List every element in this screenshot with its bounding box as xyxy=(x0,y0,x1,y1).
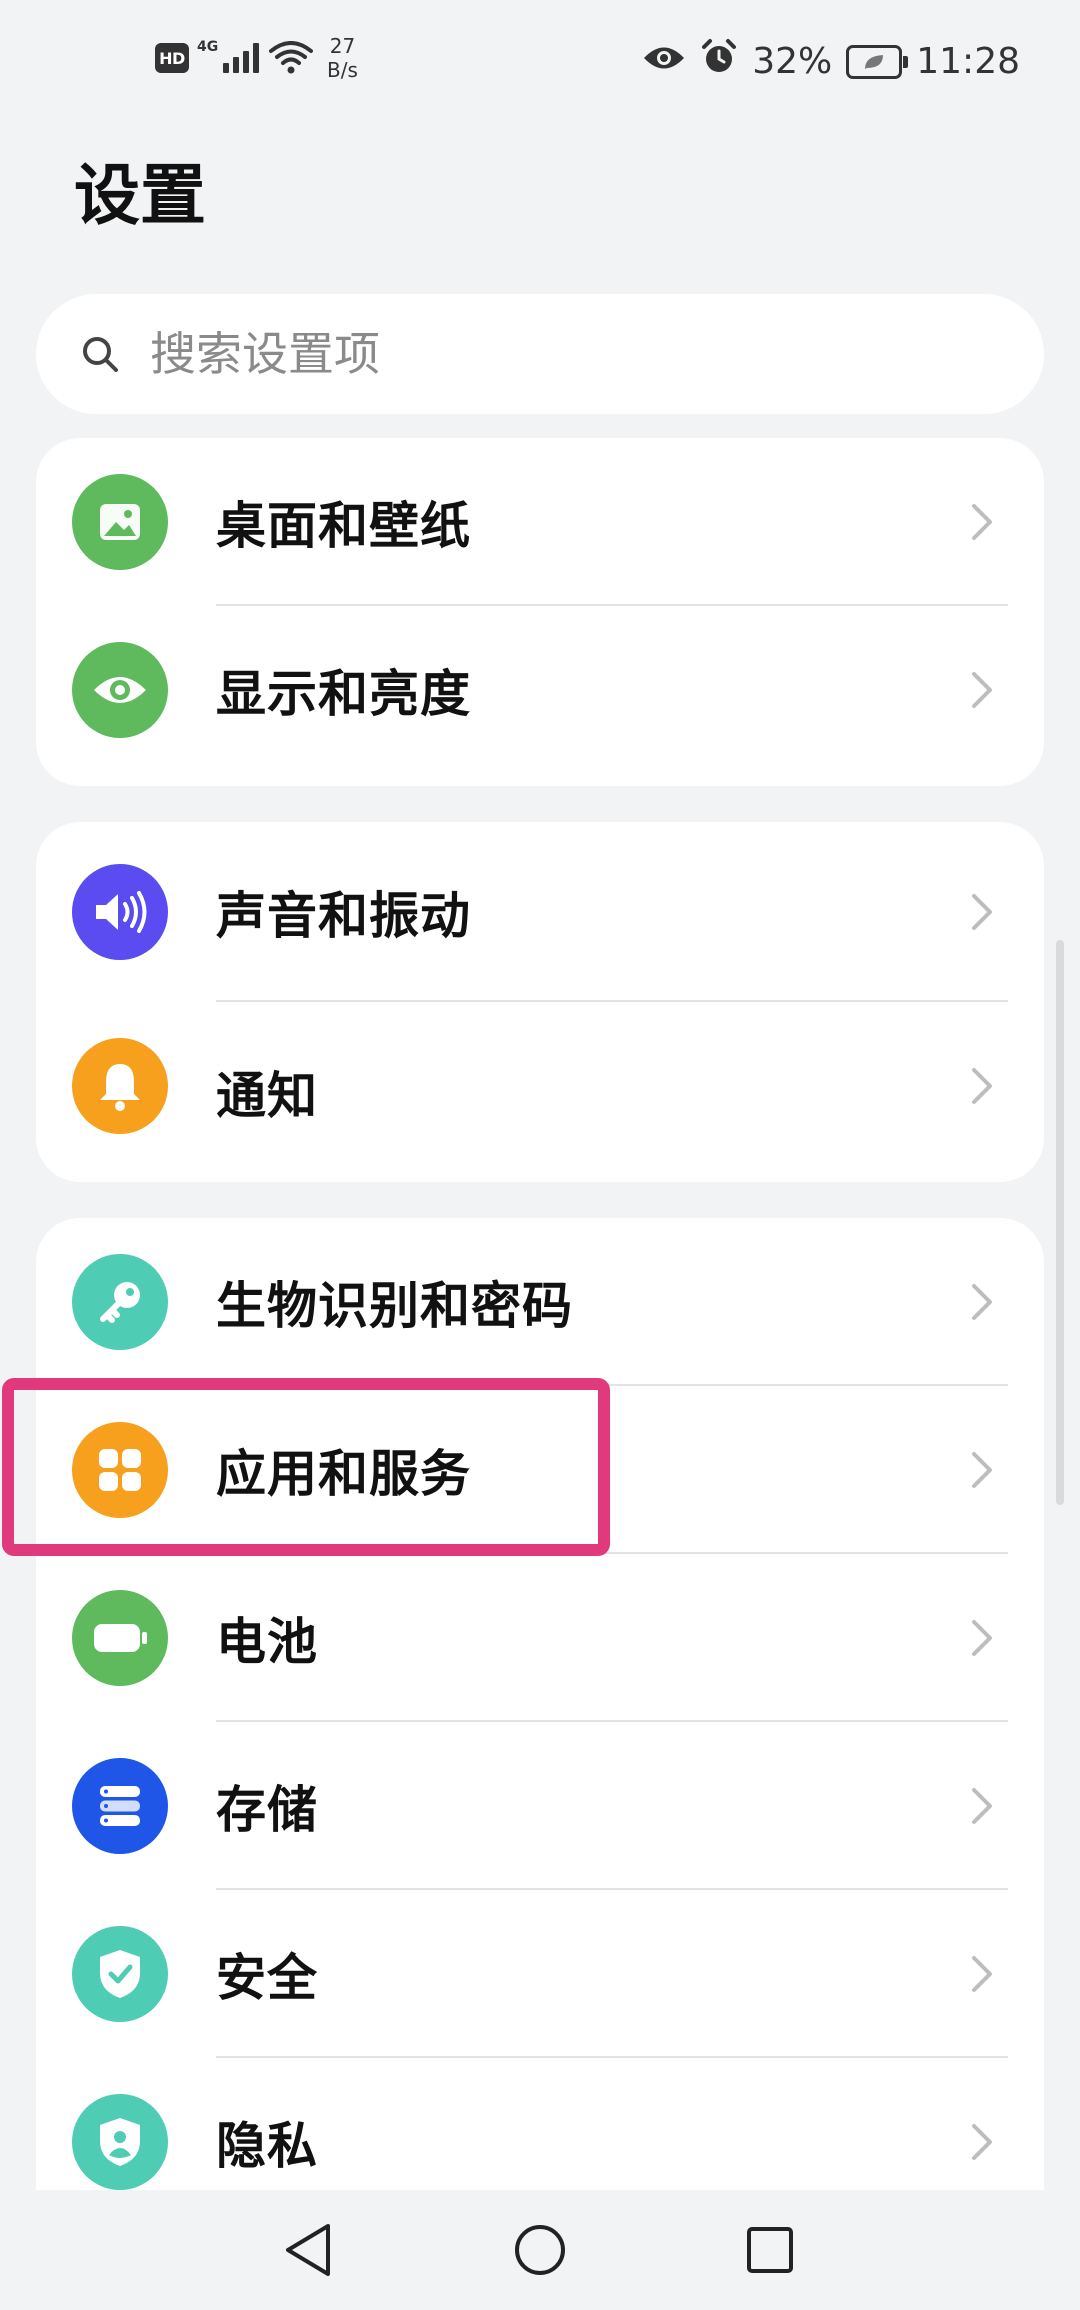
key-icon xyxy=(72,1254,168,1350)
back-button[interactable] xyxy=(270,2212,346,2288)
chevron-right-icon xyxy=(958,888,1006,936)
network-speed-unit: B/s xyxy=(327,58,358,82)
settings-item-label: 生物识别和密码 xyxy=(216,1277,573,1335)
settings-item-label: 电池 xyxy=(216,1613,318,1671)
settings-item-biometrics[interactable]: 生物识别和密码 xyxy=(36,1218,1044,1386)
eye-comfort-icon xyxy=(642,41,686,82)
settings-item-label: 通知 xyxy=(216,1067,318,1125)
network-speed-value: 27 xyxy=(329,34,356,58)
scrollbar-thumb[interactable] xyxy=(1056,940,1064,1505)
settings-item-label: 存储 xyxy=(216,1781,318,1839)
speaker-icon xyxy=(72,864,168,960)
page-title: 设置 xyxy=(74,157,206,234)
privacy-shield-icon xyxy=(72,2094,168,2190)
storage-icon xyxy=(72,1758,168,1854)
system-nav-bar xyxy=(0,2190,1080,2310)
shield-check-icon xyxy=(72,1926,168,2022)
battery-percent: 32% xyxy=(752,41,833,82)
eye-icon xyxy=(72,642,168,738)
chevron-right-icon xyxy=(958,1278,1006,1326)
status-right: 32% 11:28 xyxy=(642,38,1020,85)
settings-item-display[interactable]: 显示和亮度 xyxy=(36,606,1044,774)
chevron-right-icon xyxy=(958,1062,1006,1110)
settings-item-label: 显示和亮度 xyxy=(216,665,471,723)
settings-item-label: 声音和振动 xyxy=(216,887,471,945)
settings-item-label: 安全 xyxy=(216,1949,318,2007)
home-button[interactable] xyxy=(502,2212,578,2288)
chevron-right-icon xyxy=(958,1950,1006,1998)
chevron-right-icon xyxy=(958,2118,1006,2166)
status-bar: HD 4G 27 B/s 32% 11:28 xyxy=(0,0,1080,120)
wifi-icon xyxy=(269,41,313,75)
settings-item-label: 隐私 xyxy=(216,2117,318,2175)
settings-group-system: 生物识别和密码 应用和服务 电池 存储 安全 隐私 xyxy=(36,1218,1044,2310)
settings-item-battery[interactable]: 电池 xyxy=(36,1554,1044,1722)
wallpaper-icon xyxy=(72,474,168,570)
chevron-right-icon xyxy=(958,498,1006,546)
settings-item-label: 应用和服务 xyxy=(216,1445,471,1503)
settings-group-sound: 声音和振动 通知 xyxy=(36,822,1044,1182)
settings-item-apps[interactable]: 应用和服务 xyxy=(36,1386,1044,1554)
settings-item-label: 桌面和壁纸 xyxy=(216,497,471,555)
settings-group-display: 桌面和壁纸 显示和亮度 xyxy=(36,438,1044,786)
network-speed: 27 B/s xyxy=(327,34,358,82)
alarm-icon xyxy=(700,38,738,85)
network-type-label: 4G xyxy=(197,39,219,55)
settings-item-security[interactable]: 安全 xyxy=(36,1890,1044,2058)
settings-item-wallpaper[interactable]: 桌面和壁纸 xyxy=(36,438,1044,606)
hd-badge: HD xyxy=(155,43,189,73)
clock-time: 11:28 xyxy=(916,41,1020,82)
chevron-right-icon xyxy=(958,666,1006,714)
bell-icon xyxy=(72,1038,168,1134)
settings-item-notifications[interactable]: 通知 xyxy=(36,1002,1044,1182)
status-left: HD 4G 27 B/s xyxy=(155,34,358,82)
chevron-right-icon xyxy=(958,1614,1006,1662)
cellular-signal-icon: 4G xyxy=(197,39,259,73)
search-bar[interactable] xyxy=(36,294,1044,414)
settings-item-sound[interactable]: 声音和振动 xyxy=(36,822,1044,1002)
search-input[interactable] xyxy=(148,326,952,382)
apps-grid-icon xyxy=(72,1422,168,1518)
settings-item-storage[interactable]: 存储 xyxy=(36,1722,1044,1890)
battery-status-icon xyxy=(846,44,909,79)
recents-button[interactable] xyxy=(732,2212,808,2288)
search-icon xyxy=(76,330,124,378)
chevron-right-icon xyxy=(958,1782,1006,1830)
chevron-right-icon xyxy=(958,1446,1006,1494)
battery-icon xyxy=(72,1590,168,1686)
